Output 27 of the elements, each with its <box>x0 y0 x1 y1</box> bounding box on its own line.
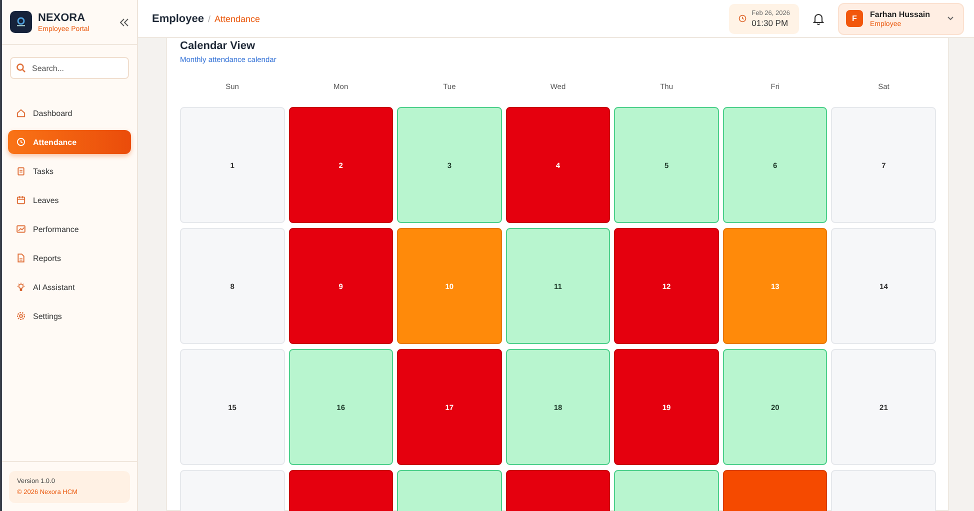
breadcrumb-separator: / <box>208 14 210 24</box>
user-avatar: F <box>846 10 863 27</box>
notification-bell-icon[interactable] <box>812 12 824 24</box>
nav-item[interactable]: Leaves <box>8 188 131 212</box>
document-icon <box>16 253 26 263</box>
chevron-down-icon <box>947 16 954 21</box>
nav-item[interactable]: Tasks <box>8 159 131 183</box>
lightbulb-icon <box>16 282 26 292</box>
nav-item[interactable]: Dashboard <box>8 101 131 125</box>
search-field[interactable]: Search... <box>10 57 129 79</box>
clock-icon <box>16 137 26 147</box>
nav-item[interactable]: Performance <box>8 217 131 241</box>
settings-icon <box>16 311 26 321</box>
logo-icon <box>10 11 32 33</box>
card-title: Calendar View <box>180 40 256 52</box>
calendar-icon <box>16 195 26 205</box>
clock-icon <box>738 14 747 23</box>
breadcrumb-root[interactable]: Employee <box>152 12 204 24</box>
nav-item[interactable]: Settings <box>8 304 131 328</box>
breadcrumb-current: Attendance <box>214 14 260 24</box>
nav-item[interactable]: Reports <box>8 246 131 270</box>
clipboard-icon <box>16 166 26 176</box>
brand-name: NEXORA <box>38 12 86 24</box>
collapse-icon[interactable] <box>119 18 129 26</box>
nav-item[interactable]: AI Assistant <box>8 275 131 299</box>
home-icon <box>16 108 26 118</box>
chart-icon <box>16 224 26 234</box>
